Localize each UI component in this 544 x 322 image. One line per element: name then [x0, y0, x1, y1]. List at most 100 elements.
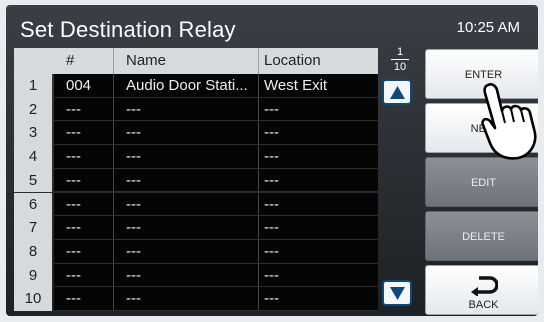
relay-list: # Name Location 1 004 Audio Door Stati... W…	[14, 48, 378, 311]
cell-location: ---	[264, 171, 279, 189]
table-row[interactable]: 4 --- --- ---	[14, 145, 378, 169]
table-row[interactable]: 8 --- --- ---	[14, 239, 378, 264]
column-divider	[113, 145, 114, 169]
table-row[interactable]: 9 --- --- ---	[14, 263, 378, 288]
table-row[interactable]: 10 --- --- ---	[14, 287, 378, 311]
column-header-number: #	[66, 52, 75, 69]
column-divider	[258, 287, 259, 311]
cell-name: ---	[126, 124, 141, 142]
column-divider	[113, 97, 114, 122]
delete-button[interactable]: DELETE	[425, 211, 538, 261]
row-body: --- --- ---	[54, 168, 378, 193]
scroll-down-button[interactable]	[382, 280, 412, 306]
row-index: 5	[14, 168, 52, 193]
cell-number: ---	[66, 266, 81, 284]
cell-number: ---	[66, 290, 81, 308]
cell-location: ---	[264, 266, 279, 284]
triangle-down-icon	[390, 287, 405, 300]
row-body: --- --- ---	[54, 121, 378, 146]
column-divider	[113, 287, 114, 311]
cell-name: ---	[126, 195, 141, 213]
cell-number: ---	[66, 124, 81, 142]
edit-button-label: EDIT	[470, 177, 497, 189]
delete-button-label: DELETE	[462, 231, 505, 243]
row-body: --- --- ---	[54, 192, 378, 217]
table-row[interactable]: 6 --- --- ---	[14, 192, 378, 217]
edit-button[interactable]: EDIT	[425, 157, 538, 207]
back-arrow-icon	[471, 276, 498, 296]
cell-number: ---	[66, 219, 81, 237]
table-row[interactable]: 1 004 Audio Door Stati... West Exit	[14, 74, 378, 98]
tap-hand-icon	[481, 83, 537, 160]
table-body: 1 004 Audio Door Stati... West Exit 2 --- --- -…	[14, 74, 378, 311]
cell-location: ---	[264, 124, 279, 142]
row-index: 6	[14, 192, 52, 217]
table-header: # Name Location	[14, 48, 378, 74]
cell-location: ---	[264, 242, 279, 260]
cell-name: ---	[126, 219, 141, 237]
cell-location: ---	[264, 148, 279, 166]
column-divider	[258, 192, 259, 217]
row-body: --- --- ---	[54, 287, 378, 311]
table-row[interactable]: 7 --- --- ---	[14, 216, 378, 240]
scroll-up-button[interactable]	[382, 79, 412, 105]
back-button[interactable]: BACK	[425, 265, 538, 315]
column-divider	[113, 239, 114, 264]
column-divider	[258, 168, 259, 193]
cell-location: West Exit	[264, 77, 328, 94]
column-header-name: Name	[126, 52, 167, 69]
row-index: 2	[14, 97, 52, 122]
cell-location: ---	[264, 290, 279, 308]
column-divider	[258, 48, 259, 74]
screen: Set Destination Relay 10:25 AM # Name Lo…	[0, 0, 544, 322]
main-panel: Set Destination Relay 10:25 AM # Name Lo…	[6, 5, 538, 316]
page-current: 1	[396, 46, 404, 58]
cell-number: ---	[66, 148, 81, 166]
cell-location: ---	[264, 219, 279, 237]
cell-number: 004	[66, 77, 92, 94]
table-row[interactable]: 2 --- --- ---	[14, 97, 378, 122]
row-index: 9	[14, 263, 52, 288]
table-row[interactable]: 3 --- --- ---	[14, 121, 378, 146]
column-divider	[258, 145, 259, 169]
clock: 10:25 AM	[456, 19, 520, 36]
column-divider	[113, 121, 114, 146]
cell-name: ---	[126, 148, 141, 166]
row-index: 10	[14, 287, 52, 311]
column-divider	[258, 97, 259, 122]
back-button-label: BACK	[468, 299, 499, 311]
column-divider	[113, 74, 114, 98]
column-divider	[258, 239, 259, 264]
column-divider	[258, 216, 259, 240]
page-divider	[391, 59, 409, 60]
column-divider	[258, 263, 259, 288]
column-divider	[113, 263, 114, 288]
enter-button-label: ENTER	[464, 69, 503, 81]
column-divider	[113, 48, 114, 74]
cell-name: ---	[126, 100, 141, 118]
row-index: 1	[14, 74, 52, 98]
cell-number: ---	[66, 195, 81, 213]
page-title: Set Destination Relay	[20, 17, 236, 42]
row-body: --- --- ---	[54, 216, 378, 240]
cell-location: ---	[264, 100, 279, 118]
table-row[interactable]: 5 --- --- ---	[14, 168, 378, 193]
cell-number: ---	[66, 100, 81, 118]
column-divider	[113, 168, 114, 193]
page-indicator: 1 10	[387, 46, 413, 73]
row-body: --- --- ---	[54, 97, 378, 122]
row-index: 7	[14, 216, 52, 240]
cell-number: ---	[66, 242, 81, 260]
column-divider	[113, 216, 114, 240]
column-divider	[113, 192, 114, 217]
row-index: 8	[14, 239, 52, 264]
cell-name: ---	[126, 290, 141, 308]
row-body: --- --- ---	[54, 263, 378, 288]
column-divider	[258, 121, 259, 146]
page-total: 10	[393, 61, 407, 73]
row-body: --- --- ---	[54, 239, 378, 264]
row-separator	[54, 309, 378, 311]
cell-name: ---	[126, 266, 141, 284]
row-index: 3	[14, 121, 52, 146]
cell-name: Audio Door Stati...	[126, 77, 248, 94]
